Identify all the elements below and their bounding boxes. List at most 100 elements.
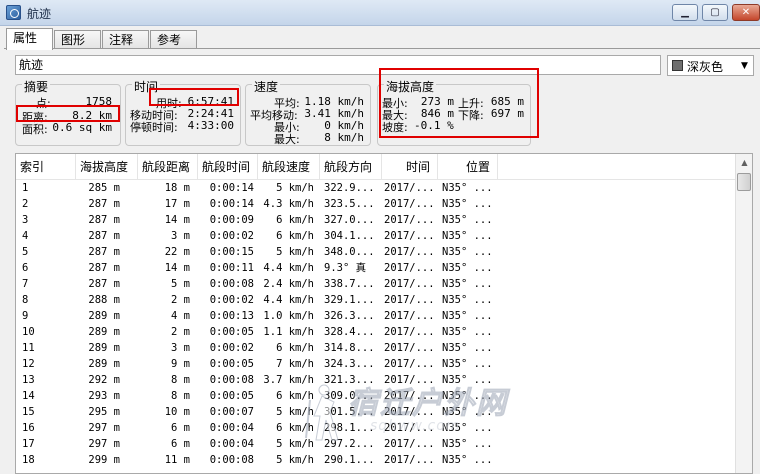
table-row[interactable]: 10 289 m 2 m 0:00:05 1.1 km/h 328.4... 2017/..… — [16, 324, 735, 340]
cell-leg-distance: 5 m — [171, 278, 190, 290]
cell-time: 2017/... — [384, 198, 435, 210]
cell-leg-course: 348.0... — [324, 246, 375, 258]
cell-leg-speed: 5 km/h — [276, 246, 314, 258]
cell-position: N35° ... — [442, 374, 493, 386]
cell-time: 2017/... — [384, 310, 435, 322]
vertical-scrollbar[interactable]: ▲ — [735, 154, 752, 473]
cell-altitude: 292 m — [88, 374, 120, 386]
cell-position: N35° ... — [442, 294, 493, 306]
cell-leg-course: 297.2... — [324, 438, 375, 450]
column-header-position[interactable]: 位置 — [438, 154, 498, 180]
title-bar: 航迹 ▁ ▢ ✕ — [0, 0, 760, 26]
time-title: 时间 — [132, 78, 161, 95]
cell-leg-time: 0:00:08 — [209, 278, 254, 290]
table-row[interactable]: 14 293 m 8 m 0:00:05 6 km/h 309.0... 2017/... N… — [16, 388, 735, 404]
tab-notes[interactable]: 注释 — [102, 30, 149, 49]
cell-index: 12 — [22, 358, 35, 370]
cell-leg-speed: 6 km/h — [276, 214, 314, 226]
table-row[interactable]: 15 295 m 10 m 0:00:07 5 km/h 301.5... 2017/...… — [16, 404, 735, 420]
table-body: 1 285 m 18 m 0:00:14 5 km/h 322.9... 2017/... N… — [16, 180, 735, 468]
column-header-index[interactable]: 索引 — [16, 154, 76, 180]
color-label: 深灰色 — [687, 60, 724, 74]
color-dropdown[interactable]: 深灰色 ▼ — [667, 55, 754, 76]
cell-index: 9 — [22, 310, 29, 322]
table-row[interactable]: 5 287 m 22 m 0:00:15 5 km/h 348.0... 2017/... N… — [16, 244, 735, 260]
cell-time: 2017/... — [384, 246, 435, 258]
table-row[interactable]: 18 299 m 11 m 0:00:08 5 km/h 290.1... 2017/...… — [16, 452, 735, 468]
table-row[interactable]: 6 287 m 14 m 0:00:11 4.4 km/h 9.3° 真 2017/... N… — [16, 260, 735, 276]
column-header-altitude[interactable]: 海拔高度 — [76, 154, 138, 180]
cell-leg-course: 321.3... — [324, 374, 375, 386]
cell-leg-course: 298.1... — [324, 422, 375, 434]
cell-leg-time: 0:00:02 — [209, 230, 254, 242]
cell-altitude: 293 m — [88, 390, 120, 402]
column-header-leg-speed[interactable]: 航段速度 — [258, 154, 320, 180]
table-row[interactable]: 16 297 m 6 m 0:00:04 6 km/h 298.1... 2017/... N… — [16, 420, 735, 436]
summary-group: 摘要 点: 1758 距离: 8.2 km 面积: 0.6 sq km — [15, 78, 121, 146]
descent-value: 697 m — [490, 107, 524, 120]
table-row[interactable]: 11 289 m 3 m 0:00:02 6 km/h 314.8... 2017/... N… — [16, 340, 735, 356]
descent-label: 下降: — [458, 109, 484, 122]
column-header-leg-time[interactable]: 航段时间 — [198, 154, 258, 180]
cell-leg-course: 326.3... — [324, 310, 375, 322]
max-speed-label: 最大: — [274, 133, 300, 146]
cell-leg-speed: 5 km/h — [276, 406, 314, 418]
close-button[interactable]: ✕ — [732, 4, 760, 21]
cell-leg-time: 0:00:07 — [209, 406, 254, 418]
area-label: 面积: — [22, 123, 48, 136]
cell-altitude: 288 m — [88, 294, 120, 306]
table-row[interactable]: 3 287 m 14 m 0:00:09 6 km/h 327.0... 2017/... N… — [16, 212, 735, 228]
cell-time: 2017/... — [384, 406, 435, 418]
cell-leg-course: 322.9... — [324, 182, 375, 194]
tab-properties[interactable]: 属性 — [6, 28, 53, 50]
color-swatch — [672, 60, 683, 71]
cell-leg-time: 0:00:05 — [209, 390, 254, 402]
cell-leg-distance: 6 m — [171, 422, 190, 434]
table-row[interactable]: 4 287 m 3 m 0:00:02 6 km/h 304.1... 2017/... N3… — [16, 228, 735, 244]
scroll-thumb[interactable] — [737, 173, 751, 191]
app-icon — [6, 5, 21, 20]
scroll-up-icon[interactable]: ▲ — [736, 154, 752, 171]
table-row[interactable]: 13 292 m 8 m 0:00:08 3.7 km/h 321.3... 2017/..… — [16, 372, 735, 388]
tab-graph[interactable]: 图形 — [54, 30, 101, 49]
minimize-button[interactable]: ▁ — [672, 4, 698, 21]
cell-leg-speed: 5 km/h — [276, 438, 314, 450]
cell-index: 3 — [22, 214, 29, 226]
cell-time: 2017/... — [384, 230, 435, 242]
table-row[interactable]: 17 297 m 6 m 0:00:04 5 km/h 297.2... 2017/... N… — [16, 436, 735, 452]
points-value: 1758 — [85, 95, 113, 108]
cell-leg-speed: 6 km/h — [276, 342, 314, 354]
column-header-leg-course[interactable]: 航段方向 — [320, 154, 382, 180]
table-row[interactable]: 8 288 m 2 m 0:00:02 4.4 km/h 329.1... 2017/...… — [16, 292, 735, 308]
cell-altitude: 287 m — [88, 278, 120, 290]
cell-leg-distance: 18 m — [164, 182, 190, 194]
column-header-time[interactable]: 时间 — [382, 154, 438, 180]
maximize-button[interactable]: ▢ — [702, 4, 728, 21]
track-name-input[interactable]: 航迹 — [15, 55, 661, 75]
cell-leg-speed: 4.4 km/h — [263, 262, 314, 274]
cell-index: 14 — [22, 390, 35, 402]
cell-leg-speed: 1.0 km/h — [263, 310, 314, 322]
cell-leg-time: 0:00:05 — [209, 358, 254, 370]
cell-position: N35° ... — [442, 198, 493, 210]
cell-time: 2017/... — [384, 454, 435, 466]
cell-position: N35° ... — [442, 182, 493, 194]
table-row[interactable]: 12 289 m 9 m 0:00:05 7 km/h 324.3... 2017/... N… — [16, 356, 735, 372]
cell-altitude: 289 m — [88, 326, 120, 338]
table-row[interactable]: 1 285 m 18 m 0:00:14 5 km/h 322.9... 2017/... N… — [16, 180, 735, 196]
cell-leg-course: 309.0... — [324, 390, 375, 402]
table-row[interactable]: 7 287 m 5 m 0:00:08 2.4 km/h 338.7... 2017/...… — [16, 276, 735, 292]
cell-leg-course: 290.1... — [324, 454, 375, 466]
cell-leg-distance: 10 m — [164, 406, 190, 418]
table-row[interactable]: 2 287 m 17 m 0:00:14 4.3 km/h 323.5... 2017/..… — [16, 196, 735, 212]
tab-reference[interactable]: 参考 — [150, 30, 197, 49]
cell-altitude: 297 m — [88, 422, 120, 434]
cell-index: 16 — [22, 422, 35, 434]
cell-leg-distance: 22 m — [164, 246, 190, 258]
cell-leg-speed: 7 km/h — [276, 358, 314, 370]
cell-index: 1 — [22, 182, 29, 194]
cell-index: 8 — [22, 294, 29, 306]
table-row[interactable]: 9 289 m 4 m 0:00:13 1.0 km/h 326.3... 2017/...… — [16, 308, 735, 324]
column-header-leg-distance[interactable]: 航段距离 — [138, 154, 198, 180]
cell-position: N35° ... — [442, 246, 493, 258]
